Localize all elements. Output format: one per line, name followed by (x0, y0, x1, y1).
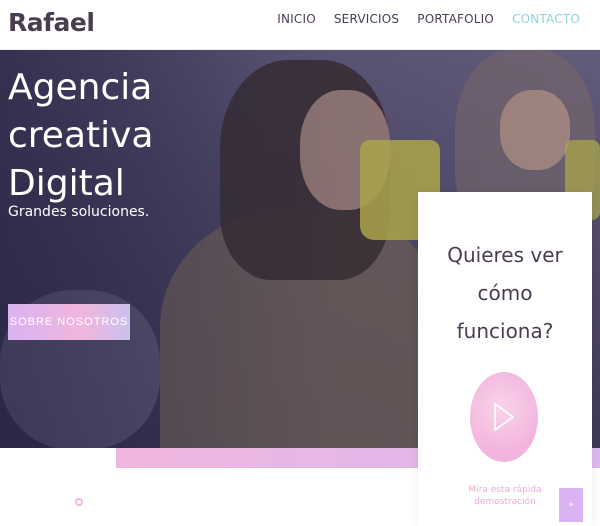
demo-title-line1: Quieres ver (447, 243, 563, 267)
demo-caption-line1: Mira esta rápida (468, 485, 542, 495)
demo-card: Quieres ver cómo funciona? Mira esta ráp… (418, 192, 592, 526)
play-video-button[interactable] (470, 372, 538, 462)
hero-subtitle: Grandes soluciones. (8, 204, 150, 220)
demo-card-title: Quieres ver cómo funciona? (418, 236, 592, 350)
nav-contacto[interactable]: CONTACTO (512, 12, 580, 26)
nav-portafolio[interactable]: PORTAFOLIO (417, 12, 494, 26)
page: Rafael INICIO SERVICIOS PORTAFOLIO CONTA… (0, 0, 600, 526)
location-pin-icon (75, 498, 83, 506)
play-icon (494, 402, 515, 432)
about-us-button[interactable]: SOBRE NOSOTROS (8, 304, 130, 340)
demo-title-line3: funciona? (456, 319, 554, 343)
scroll-top-button[interactable]: » (559, 488, 583, 522)
arrow-up-icon: » (568, 500, 574, 510)
hero-title-line1: Agencia creativa (8, 67, 154, 156)
brand-logo[interactable]: Rafael (8, 8, 95, 37)
site-header: Rafael INICIO SERVICIOS PORTAFOLIO CONTA… (0, 0, 600, 50)
hero-title: Agencia creativa Digital (8, 64, 308, 208)
hero-title-line2: Digital (8, 163, 125, 204)
main-nav: INICIO SERVICIOS PORTAFOLIO CONTACTO (277, 12, 580, 26)
demo-title-line2: cómo (477, 281, 533, 305)
nav-inicio[interactable]: INICIO (277, 12, 316, 26)
nav-servicios[interactable]: SERVICIOS (334, 12, 399, 26)
demo-caption-line2: demostración (474, 497, 536, 507)
